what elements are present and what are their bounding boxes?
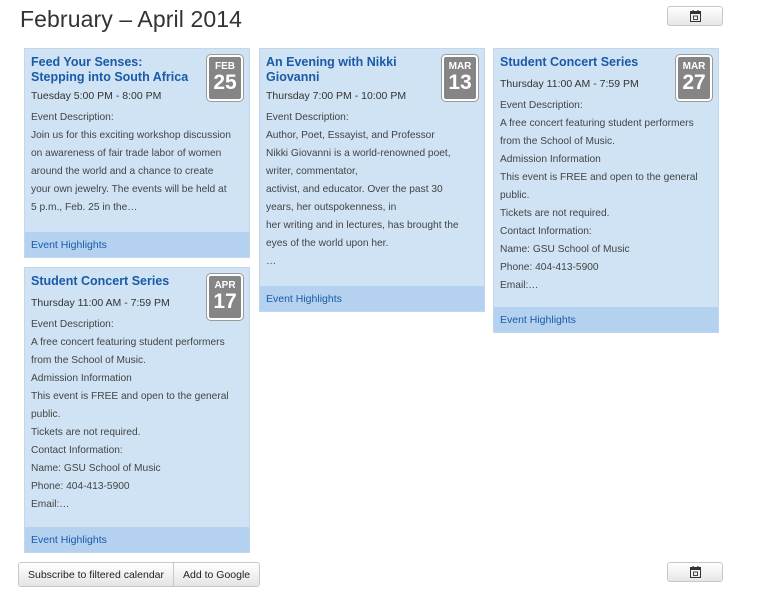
date-badge-day: 13 [448, 71, 472, 94]
date-badge-day: 17 [213, 290, 237, 313]
date-badge: MAR 27 [676, 55, 712, 101]
event-description: Event Description: Join us for this exci… [31, 112, 231, 213]
event-description: Event Description: A free concert featur… [500, 100, 698, 291]
event-card: MAR 27 Student Concert Series Thursday 1… [493, 48, 719, 333]
event-title-link[interactable]: Student Concert Series [500, 55, 668, 73]
calendar-icon [689, 10, 701, 22]
date-badge-day: 25 [213, 71, 237, 94]
event-card: APR 17 Student Concert Series Thursday 1… [24, 267, 250, 553]
event-card: FEB 25 Feed Your Senses: Stepping into S… [24, 48, 250, 258]
event-highlights-link[interactable]: Event Highlights [266, 293, 342, 305]
event-title-link[interactable]: Feed Your Senses: Stepping into South Af… [31, 55, 199, 85]
calendar-view-button-top[interactable] [667, 6, 723, 26]
date-badge: APR 17 [207, 274, 243, 320]
event-description: Event Description: Author, Poet, Essayis… [266, 112, 459, 267]
event-highlights-link[interactable]: Event Highlights [500, 314, 576, 326]
subscribe-filtered-calendar-button[interactable]: Subscribe to filtered calendar [19, 563, 173, 586]
event-card-footer: Event Highlights [25, 232, 249, 257]
event-card-footer: Event Highlights [260, 286, 484, 311]
page-title: February – April 2014 [20, 6, 243, 32]
event-title-link[interactable]: Student Concert Series [31, 274, 199, 292]
event-title-link[interactable]: An Evening with Nikki Giovanni [266, 55, 434, 85]
event-highlights-link[interactable]: Event Highlights [31, 239, 107, 251]
add-to-google-button[interactable]: Add to Google [173, 563, 260, 586]
event-description: Event Description: A free concert featur… [31, 319, 229, 510]
event-card-footer: Event Highlights [25, 527, 249, 552]
calendar-actions-bar: Subscribe to filtered calendar Add to Go… [18, 562, 261, 587]
date-badge: FEB 25 [207, 55, 243, 101]
event-card: MAR 13 An Evening with Nikki Giovanni Th… [259, 48, 485, 312]
event-card-footer: Event Highlights [494, 307, 718, 332]
calendar-view-button-bottom[interactable] [667, 562, 723, 582]
calendar-icon [689, 566, 701, 578]
event-highlights-link[interactable]: Event Highlights [31, 534, 107, 546]
date-badge: MAR 13 [442, 55, 478, 101]
date-badge-day: 27 [682, 71, 706, 94]
